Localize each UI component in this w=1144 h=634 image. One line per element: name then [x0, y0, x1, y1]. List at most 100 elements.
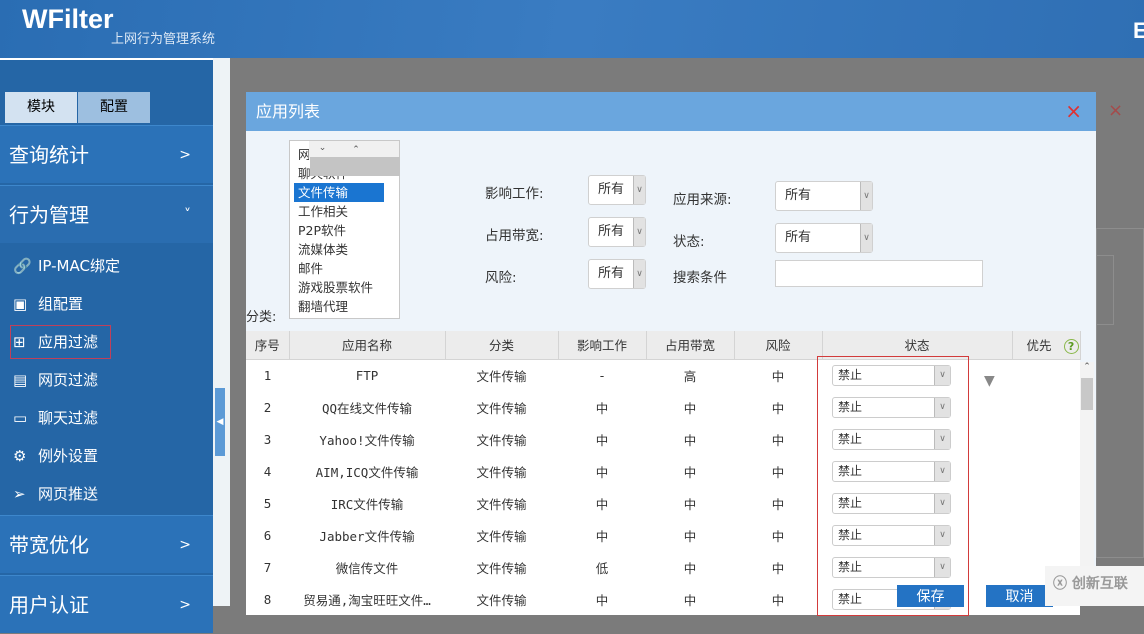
app-list-dialog: 应用列表 × 分类: 网页浏览 聊天软件 文件传输 工作相关 P2P软件 流媒体… [246, 92, 1096, 616]
item-label: 网页过滤 [38, 371, 99, 389]
send-icon: ➢ [13, 485, 26, 503]
category-option[interactable]: 邮件 [294, 259, 384, 278]
app-category: 文件传输 [445, 423, 558, 455]
status-select[interactable]: 禁止 ∨ [832, 364, 951, 386]
category-option[interactable]: 工作相关 [294, 202, 384, 221]
chevron-down-icon: ∨ [934, 461, 950, 481]
bandwidth: 中 [646, 519, 734, 551]
watermark-text: 创新互联 [1071, 576, 1128, 592]
sidebar-section-behavior[interactable]: 行为管理 ˅ [0, 185, 213, 243]
scroll-down-icon[interactable]: ⌄ [313, 139, 328, 158]
risk: 中 [734, 519, 822, 551]
app-category: 文件传输 [445, 583, 558, 615]
cancel-button[interactable]: 取消 [986, 585, 1053, 607]
category-listbox[interactable]: 网页浏览 聊天软件 文件传输 工作相关 P2P软件 流媒体类 邮件 游戏股票软件… [289, 140, 400, 319]
category-option[interactable]: 流媒体类 [294, 240, 384, 259]
app-name: Yahoo!文件传输 [289, 423, 445, 455]
status-select[interactable]: 禁止 ∨ [832, 460, 951, 482]
tab-modules[interactable]: 模块 [5, 92, 77, 123]
risk: 中 [734, 455, 822, 487]
app-category: 文件传输 [445, 359, 558, 391]
status-select[interactable]: 禁止 ∨ [832, 396, 951, 418]
close-icon[interactable]: × [1065, 92, 1082, 131]
app-name: Jabber文件传输 [289, 519, 445, 551]
table-row[interactable]: 2 QQ在线文件传输 文件传输中中中禁止 ∨ [246, 391, 1080, 423]
section-label: 查询统计 [9, 143, 89, 167]
chevron-down-icon: ∨ [633, 260, 645, 288]
sidebar-item-group[interactable]: ▣ 组配置 [0, 285, 213, 323]
impact: 中 [558, 455, 646, 487]
status-select[interactable]: 禁止 ∨ [832, 492, 951, 514]
category-option-selected[interactable]: 文件传输 [294, 183, 384, 202]
bandwidth: 中 [646, 423, 734, 455]
status-cell: 禁止 ∨ [822, 519, 1012, 551]
table-row[interactable]: 6 Jabber文件传输 文件传输中中中禁止 ∨ [246, 519, 1080, 551]
status-select[interactable]: 禁止 ∨ [832, 556, 951, 578]
impact-label: 影响工作: [485, 186, 544, 202]
priority-label: 优先 [1026, 338, 1052, 354]
sidebar-item-chat-filter[interactable]: ▭ 聊天过滤 [0, 399, 213, 437]
app-category: 文件传输 [445, 455, 558, 487]
app-name: FTP [289, 359, 445, 391]
sidebar-section-bandwidth[interactable]: 带宽优化 > [0, 515, 213, 573]
table-row[interactable]: 7 微信传文件 文件传输低中中禁止 ∨ [246, 551, 1080, 583]
status-select[interactable]: 禁止 ∨ [832, 524, 951, 546]
bandwidth: 中 [646, 455, 734, 487]
scroll-thumb[interactable] [310, 157, 400, 176]
collapse-sidebar-handle[interactable]: ◀ [215, 388, 225, 456]
sidebar-item-exceptions[interactable]: ⚙ 例外设置 [0, 437, 213, 475]
logo-subtitle: 上网行为管理系统 [111, 32, 216, 47]
sidebar-section-auth[interactable]: 用户认证 > [0, 575, 213, 633]
scroll-thumb[interactable] [1081, 378, 1093, 410]
sidebar: 模块 配置 查询统计 > 行为管理 ˅ 🔗 IP-MAC绑定 ▣ 组配置 ⊞ 应用过滤 ▤… [0, 58, 213, 633]
app-category: 文件传输 [445, 391, 558, 423]
save-button[interactable]: 保存 [897, 585, 964, 607]
listbox-scrollbar[interactable]: ⌃ ⌄ [309, 139, 400, 176]
chevron-right-icon: > [179, 537, 191, 553]
sidebar-item-web-filter[interactable]: ▤ 网页过滤 [0, 361, 213, 399]
status-select[interactable]: 所有 ∨ [775, 223, 873, 253]
sidebar-item-ip-mac[interactable]: 🔗 IP-MAC绑定 [0, 247, 213, 285]
sidebar-item-web-push[interactable]: ➢ 网页推送 [0, 475, 213, 513]
risk: 中 [734, 583, 822, 615]
bandwidth-select[interactable]: 所有 ∨ [588, 217, 646, 247]
row-index: 1 [246, 359, 289, 391]
col-category: 分类 [445, 331, 559, 360]
col-name: 应用名称 [289, 331, 446, 360]
status-select[interactable]: 禁止 ∨ [832, 428, 951, 450]
select-value: 所有 [785, 188, 812, 203]
sidebar-section-query[interactable]: 查询统计 > [0, 125, 213, 183]
table-row[interactable]: 3 Yahoo!文件传输 文件传输中中中禁止 ∨ [246, 423, 1080, 455]
row-index: 2 [246, 391, 289, 423]
category-option[interactable]: 游戏股票软件 [294, 278, 384, 297]
table-row[interactable]: 5 IRC文件传输 文件传输中中中禁止 ∨ [246, 487, 1080, 519]
category-option[interactable]: P2P软件 [294, 221, 384, 240]
tab-config[interactable]: 配置 [78, 92, 150, 123]
impact-select[interactable]: 所有 ∨ [588, 175, 646, 205]
col-risk: 风险 [734, 331, 823, 360]
item-label: 聊天过滤 [38, 409, 99, 427]
table-row[interactable]: 1 FTP 文件传输 - 高中 禁止 ∨ [246, 359, 1080, 391]
app-table: 序号 应用名称 分类 影响工作 占用带宽 风险 状态 优先? 1 FTP 文件传输 -… [246, 331, 1081, 615]
select-value: 禁止 [838, 431, 863, 446]
source-select[interactable]: 所有 ∨ [775, 181, 873, 211]
table-row[interactable]: 4 AIM,ICQ文件传输 文件传输中中中禁止 ∨ [246, 455, 1080, 487]
risk: 中 [734, 391, 822, 423]
background-close-icon[interactable]: × [1108, 100, 1123, 121]
bandwidth: 中 [646, 391, 734, 423]
risk-select[interactable]: 所有 ∨ [588, 259, 646, 289]
risk: 中 [734, 359, 822, 391]
priority-cell [1012, 391, 1080, 423]
move-down-icon[interactable]: ▼ [984, 373, 995, 389]
category-option[interactable]: 翻墙代理 [294, 297, 384, 316]
row-index: 7 [246, 551, 289, 583]
chevron-down-icon: ∨ [860, 182, 872, 210]
select-value: 所有 [785, 230, 812, 245]
status-label: 状态: [673, 234, 705, 250]
webpage-icon: ▤ [13, 371, 28, 389]
help-icon[interactable]: ? [1063, 339, 1079, 355]
row-index: 5 [246, 487, 289, 519]
col-status: 状态 [822, 331, 1013, 360]
search-input[interactable] [775, 260, 983, 287]
chevron-right-icon: > [179, 147, 191, 163]
